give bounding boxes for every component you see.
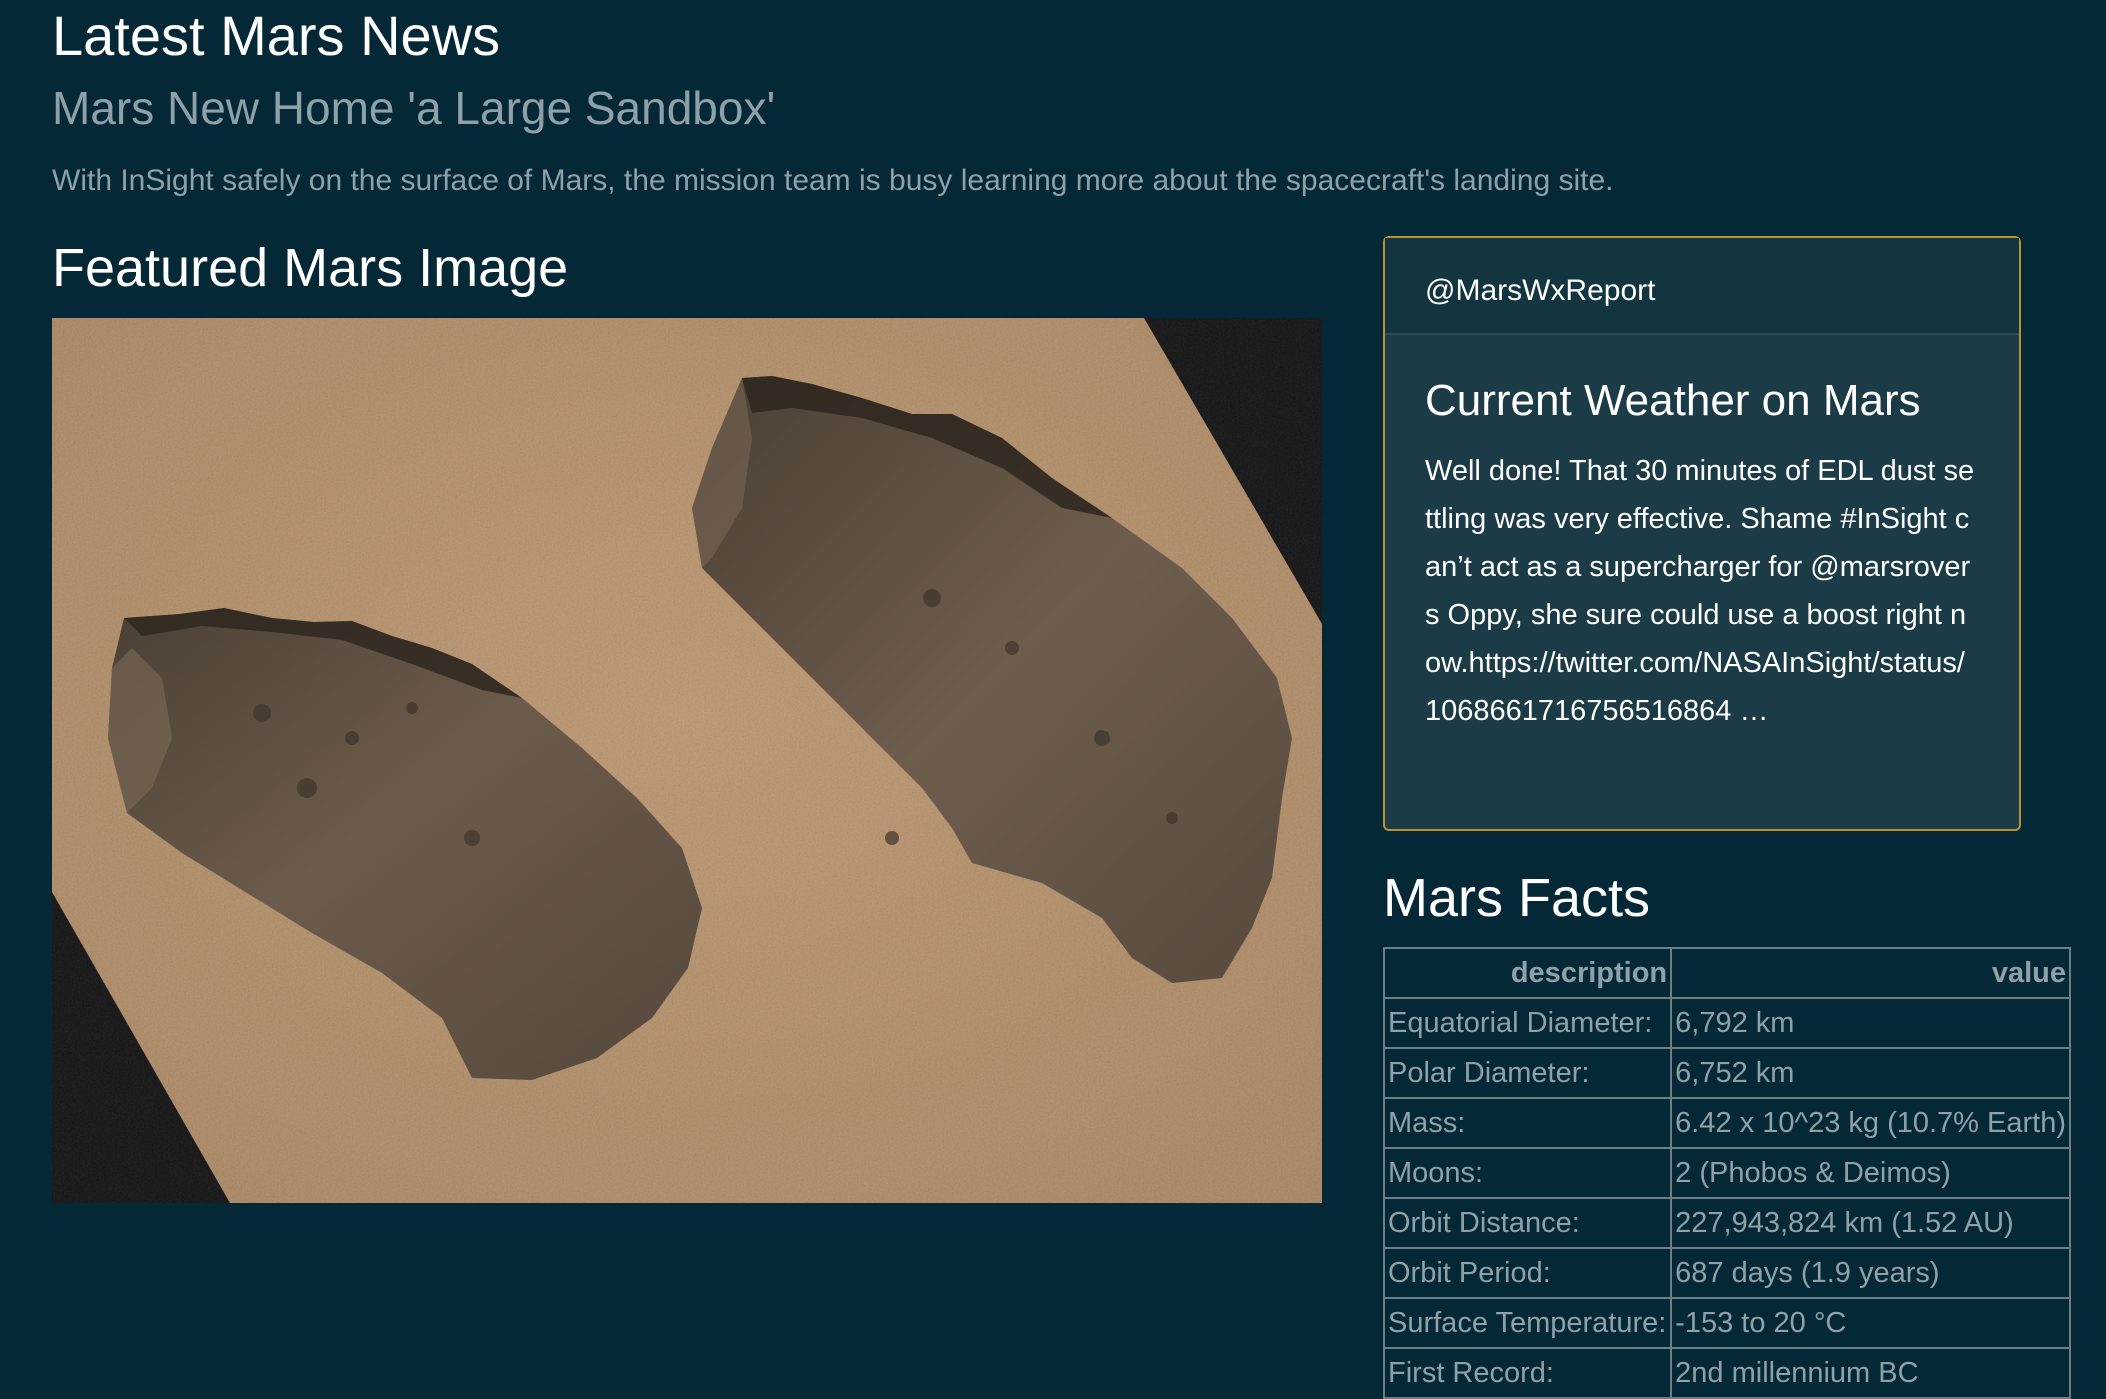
fact-description: Moons: (1382, 1147, 1673, 1199)
weather-tweet-text: Well done! That 30 minutes of EDL dust s… (1425, 455, 1975, 727)
table-row: Equatorial Diameter: 6,792 km (1382, 997, 2071, 1049)
fact-description: Equatorial Diameter: (1382, 997, 1673, 1049)
fact-value: 687 days (1.9 years) (1670, 1247, 2071, 1299)
fact-description: First Record: (1382, 1347, 1673, 1399)
mars-weather-card: @MarsWxReport Current Weather on Mars We… (1383, 236, 2021, 831)
fact-description: Surface Temperature: (1382, 1297, 1673, 1349)
table-row: Surface Temperature: -153 to 20 °C (1382, 1297, 2071, 1349)
column-header-description: description (1382, 947, 1673, 999)
table-row: Mass: 6.42 x 10^23 kg (10.7% Earth) (1382, 1097, 2071, 1149)
table-row: First Record: 2nd millennium BC (1382, 1347, 2071, 1399)
column-header-value: value (1670, 947, 2071, 999)
fact-value: 2 (Phobos & Deimos) (1670, 1147, 2071, 1199)
featured-mars-image[interactable] (52, 318, 1322, 1203)
table-row: Orbit Distance: 227,943,824 km (1.52 AU) (1382, 1197, 2071, 1249)
table-row: Polar Diameter: 6,752 km (1382, 1047, 2071, 1099)
weather-card-title: Current Weather on Mars (1425, 376, 1921, 425)
fact-value: 6.42 x 10^23 kg (10.7% Earth) (1670, 1097, 2071, 1149)
table-header-row: description value (1382, 947, 2071, 999)
fact-value: 2nd millennium BC (1670, 1347, 2071, 1399)
table-row: Orbit Period: 687 days (1.9 years) (1382, 1247, 2071, 1299)
news-section-heading: Latest Mars News (52, 4, 501, 67)
weather-twitter-handle[interactable]: @MarsWxReport (1385, 238, 2019, 335)
mars-facts-heading: Mars Facts (1383, 868, 1651, 928)
weather-card-body: Current Weather on Mars Well done! That … (1385, 335, 2019, 735)
fact-description: Orbit Period: (1382, 1247, 1673, 1299)
fact-description: Orbit Distance: (1382, 1197, 1673, 1249)
fact-value: 6,752 km (1670, 1047, 2071, 1099)
news-article-teaser: With InSight safely on the surface of Ma… (52, 164, 1614, 197)
news-article-title-link[interactable]: Mars New Home 'a Large Sandbox' (52, 78, 775, 138)
table-row: Moons: 2 (Phobos & Deimos) (1382, 1147, 2071, 1199)
mars-facts-table: description value Equatorial Diameter: 6… (1382, 947, 2071, 1399)
fact-description: Polar Diameter: (1382, 1047, 1673, 1099)
featured-image-heading: Featured Mars Image (52, 238, 569, 298)
fact-value: 227,943,824 km (1.52 AU) (1670, 1197, 2071, 1249)
fact-value: 6,792 km (1670, 997, 2071, 1049)
fact-description: Mass: (1382, 1097, 1673, 1149)
fact-value: -153 to 20 °C (1670, 1297, 2071, 1349)
